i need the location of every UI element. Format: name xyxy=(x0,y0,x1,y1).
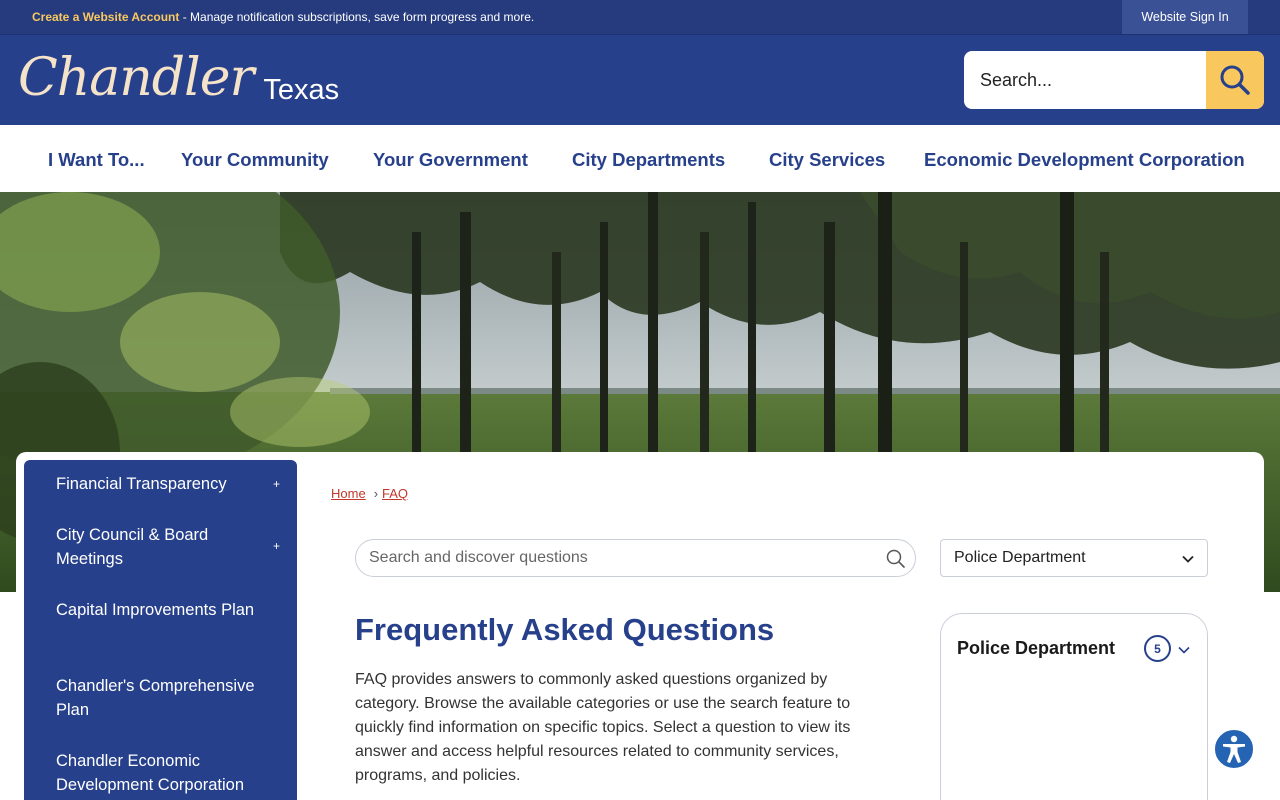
create-account-link[interactable]: Create a Website Account xyxy=(32,10,179,24)
site-search xyxy=(964,51,1264,109)
breadcrumb-home-link[interactable]: Home xyxy=(331,486,366,501)
search-icon xyxy=(1220,65,1250,95)
sidebar-item-capital-improvements[interactable]: Capital Improvements Plan xyxy=(56,598,256,622)
category-card-title[interactable]: Police Department xyxy=(957,638,1115,659)
nav-city-services[interactable]: City Services xyxy=(769,149,885,171)
expand-plus-icon[interactable]: + xyxy=(273,539,280,553)
faq-search-input[interactable] xyxy=(356,540,876,576)
chevron-down-icon xyxy=(1182,555,1194,563)
main-navigation: I Want To... Your Community Your Governm… xyxy=(0,125,1280,192)
sidebar-item-economic-development[interactable]: Chandler Economic Development Corporatio… xyxy=(56,749,276,797)
site-search-button[interactable] xyxy=(1206,51,1264,109)
expand-plus-icon[interactable]: + xyxy=(273,477,280,491)
top-bar: Create a Website Account - Manage notifi… xyxy=(0,0,1280,35)
breadcrumb: Home › FAQ xyxy=(331,486,408,501)
site-logo[interactable]: Chandler Texas xyxy=(18,43,339,113)
faq-search xyxy=(355,539,916,577)
sidebar-navigation: Financial Transparency + City Council & … xyxy=(24,460,297,800)
breadcrumb-faq-link[interactable]: FAQ xyxy=(382,486,408,501)
site-header: Chandler Texas xyxy=(0,35,1280,125)
sidebar-item-comprehensive-plan[interactable]: Chandler's Comprehensive Plan xyxy=(56,674,256,722)
website-sign-in-button[interactable]: Website Sign In xyxy=(1122,0,1248,34)
nav-city-departments[interactable]: City Departments xyxy=(572,149,725,171)
nav-economic-development[interactable]: Economic Development Corporation xyxy=(924,149,1245,171)
accessibility-icon xyxy=(1223,735,1245,763)
breadcrumb-separator: › xyxy=(373,486,379,501)
nav-your-community[interactable]: Your Community xyxy=(181,149,329,171)
page-description: FAQ provides answers to commonly asked q… xyxy=(355,671,851,784)
nav-i-want-to[interactable]: I Want To... xyxy=(48,149,145,171)
accessibility-button[interactable] xyxy=(1213,728,1255,770)
search-icon[interactable] xyxy=(886,549,906,569)
sidebar-item-financial-transparency[interactable]: Financial Transparency xyxy=(56,472,256,496)
category-select[interactable]: Police Department xyxy=(940,539,1208,577)
site-search-input[interactable] xyxy=(964,51,1206,109)
faq-category-card: Police Department 5 xyxy=(940,613,1208,800)
chevron-down-icon[interactable] xyxy=(1177,643,1191,657)
logo-city-name: Chandler xyxy=(18,48,254,108)
category-select-value: Police Department xyxy=(954,549,1086,566)
account-message: Create a Website Account - Manage notifi… xyxy=(32,10,534,24)
sidebar-item-city-council[interactable]: City Council & Board Meetings xyxy=(56,523,256,571)
question-count-badge: 5 xyxy=(1144,635,1171,662)
logo-state-name: Texas xyxy=(263,74,340,106)
page-title: Frequently Asked Questions xyxy=(355,612,775,647)
account-message-text: - Manage notification subscriptions, sav… xyxy=(179,10,535,24)
nav-your-government[interactable]: Your Government xyxy=(373,149,528,171)
